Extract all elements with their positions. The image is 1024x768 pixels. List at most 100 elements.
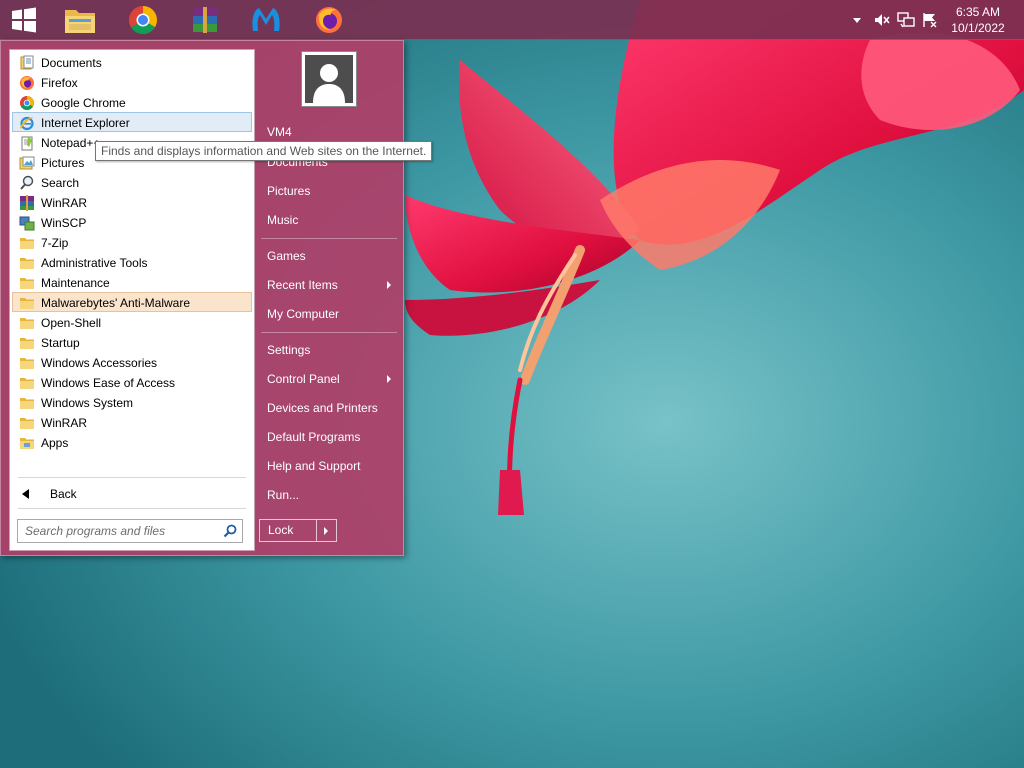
right-item-settings[interactable]: Settings bbox=[259, 337, 397, 363]
program-label: WinSCP bbox=[41, 216, 87, 230]
program-folder-windows-accessories[interactable]: Windows Accessories bbox=[12, 352, 252, 372]
program-label: Open-Shell bbox=[41, 316, 102, 330]
right-item-pictures[interactable]: Pictures bbox=[259, 178, 397, 204]
program-winrar[interactable]: WinRAR bbox=[12, 192, 252, 212]
right-item-run[interactable]: Run... bbox=[259, 482, 397, 508]
program-label: Internet Explorer bbox=[41, 116, 130, 130]
volume-tray[interactable] bbox=[872, 0, 892, 40]
folder-icon bbox=[20, 418, 34, 429]
apps-icon bbox=[20, 438, 34, 449]
lock-label: Lock bbox=[268, 523, 294, 537]
chrome-icon bbox=[20, 96, 34, 110]
programs-separator bbox=[18, 477, 246, 478]
folder-icon bbox=[20, 358, 34, 369]
lock-button[interactable]: Lock bbox=[259, 519, 337, 542]
right-item-control-panel[interactable]: Control Panel bbox=[259, 366, 397, 392]
right-item-games[interactable]: Games bbox=[259, 243, 397, 269]
programs-pane: Documents Firefox Google Chrome Internet… bbox=[9, 49, 255, 551]
program-label: Windows Accessories bbox=[41, 356, 158, 370]
folder-icon bbox=[20, 338, 34, 349]
winrar-button[interactable] bbox=[187, 2, 223, 38]
program-search[interactable]: Search bbox=[12, 172, 252, 192]
right-item-default-programs[interactable]: Default Programs bbox=[259, 424, 397, 450]
network-tray[interactable] bbox=[896, 0, 916, 40]
program-winscp[interactable]: WinSCP bbox=[12, 212, 252, 232]
winscp-icon bbox=[19, 216, 35, 231]
program-folder-windows-system[interactable]: Windows System bbox=[12, 392, 252, 412]
documents-icon bbox=[20, 55, 34, 70]
shutdown-options-arrow-icon[interactable] bbox=[324, 527, 328, 535]
program-label: Google Chrome bbox=[41, 96, 126, 110]
program-google-chrome[interactable]: Google Chrome bbox=[12, 92, 252, 112]
right-separator-1 bbox=[261, 238, 397, 239]
winrar-icon bbox=[20, 195, 34, 211]
network-icon bbox=[897, 12, 915, 28]
internet-explorer-icon bbox=[20, 116, 34, 131]
back-button[interactable]: Back bbox=[12, 482, 252, 506]
chrome-icon bbox=[129, 6, 157, 34]
program-folder-winrar[interactable]: WinRAR bbox=[12, 412, 252, 432]
program-folder-startup[interactable]: Startup bbox=[12, 332, 252, 352]
folder-icon bbox=[65, 10, 95, 33]
taskbar: 6:35 AM 10/1/2022 bbox=[0, 0, 1024, 40]
right-item-my-computer[interactable]: My Computer bbox=[259, 301, 397, 327]
program-label: Notepad++ bbox=[41, 136, 101, 150]
firefox-icon bbox=[316, 7, 342, 33]
program-folder-maintenance[interactable]: Maintenance bbox=[12, 272, 252, 292]
start-menu: Documents Firefox Google Chrome Internet… bbox=[0, 40, 404, 556]
program-folder-windows-ease-of-access[interactable]: Windows Ease of Access bbox=[12, 372, 252, 392]
search-box[interactable] bbox=[17, 519, 243, 543]
program-list: Documents Firefox Google Chrome Internet… bbox=[10, 52, 254, 452]
file-explorer-button[interactable] bbox=[62, 2, 98, 38]
program-label: Apps bbox=[41, 436, 69, 450]
folder-icon bbox=[20, 378, 34, 389]
tooltip: Finds and displays information and Web s… bbox=[95, 141, 433, 161]
folder-icon bbox=[20, 258, 34, 269]
program-label: 7-Zip bbox=[41, 236, 69, 250]
clock[interactable]: 6:35 AM 10/1/2022 bbox=[946, 4, 1010, 36]
show-hidden-icons[interactable] bbox=[850, 0, 864, 40]
clock-date: 10/1/2022 bbox=[951, 21, 1005, 35]
volume-muted-icon bbox=[875, 14, 890, 26]
user-avatar[interactable] bbox=[301, 51, 357, 107]
folder-icon bbox=[20, 298, 34, 309]
program-folder-7zip[interactable]: 7-Zip bbox=[12, 232, 252, 252]
program-folder-open-shell[interactable]: Open-Shell bbox=[12, 312, 252, 332]
right-item-help-and-support[interactable]: Help and Support bbox=[259, 453, 397, 479]
start-button[interactable] bbox=[6, 2, 42, 38]
search-icon[interactable] bbox=[222, 523, 238, 539]
user-silhouette-icon bbox=[313, 64, 345, 103]
firefox-button[interactable] bbox=[311, 2, 347, 38]
back-arrow-icon bbox=[22, 489, 29, 499]
lock-split-divider bbox=[316, 520, 317, 541]
program-label: Startup bbox=[41, 336, 80, 350]
program-label: WinRAR bbox=[41, 196, 88, 210]
program-folder-administrative-tools[interactable]: Administrative Tools bbox=[12, 252, 252, 272]
program-firefox[interactable]: Firefox bbox=[12, 72, 252, 92]
folder-icon bbox=[20, 398, 34, 409]
show-hidden-icons-icon bbox=[853, 18, 861, 23]
right-item-recent-items[interactable]: Recent Items bbox=[259, 272, 397, 298]
malwarebytes-icon bbox=[252, 8, 280, 31]
search-input[interactable] bbox=[18, 520, 218, 542]
program-documents[interactable]: Documents bbox=[12, 52, 252, 72]
action-center-tray[interactable] bbox=[920, 0, 940, 40]
firefox-icon bbox=[20, 76, 34, 90]
program-folder-apps[interactable]: Apps bbox=[12, 432, 252, 452]
notepadpp-icon bbox=[21, 136, 33, 151]
program-label: Windows System bbox=[41, 396, 134, 410]
folder-icon bbox=[20, 238, 34, 249]
search-separator bbox=[18, 508, 246, 509]
program-label: Malwarebytes' Anti-Malware bbox=[41, 296, 191, 310]
program-label: Administrative Tools bbox=[41, 256, 148, 270]
program-internet-explorer[interactable]: Internet Explorer bbox=[12, 112, 252, 132]
clock-time: 6:35 AM bbox=[955, 5, 1001, 19]
google-chrome-button[interactable] bbox=[125, 2, 161, 38]
program-folder-malwarebytes[interactable]: Malwarebytes' Anti-Malware bbox=[12, 292, 252, 312]
malwarebytes-button[interactable] bbox=[248, 2, 284, 38]
program-label: Firefox bbox=[41, 76, 78, 90]
right-separator-2 bbox=[261, 332, 397, 333]
right-item-devices-and-printers[interactable]: Devices and Printers bbox=[259, 395, 397, 421]
submenu-arrow-icon bbox=[387, 281, 391, 289]
right-item-music[interactable]: Music bbox=[259, 207, 397, 233]
